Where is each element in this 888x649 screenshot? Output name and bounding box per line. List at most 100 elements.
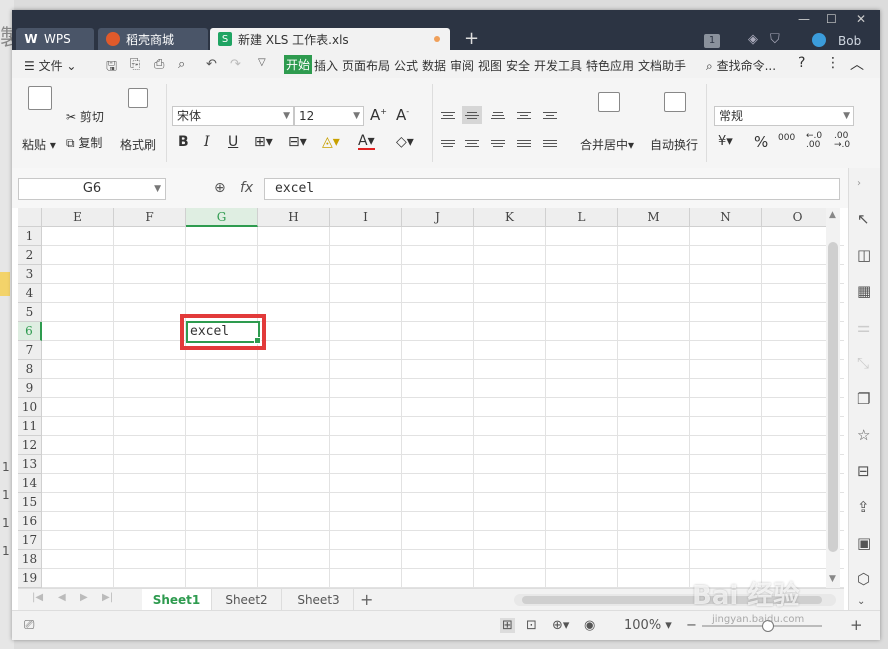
column-header-m[interactable]: M [618, 208, 690, 227]
sheet-tab-sheet2[interactable]: Sheet2 [212, 589, 282, 611]
column-header-l[interactable]: L [546, 208, 618, 227]
more-options-icon[interactable]: ⋮ [826, 55, 840, 71]
fill-color-icon[interactable]: ◬▾ [322, 134, 340, 150]
row-header-12[interactable]: 12 [18, 436, 42, 455]
row-header-19[interactable]: 19 [18, 569, 42, 588]
skin-icon[interactable]: ⛉ [770, 32, 780, 47]
paste-icon[interactable] [28, 86, 52, 110]
row-header-7[interactable]: 7 [18, 341, 42, 360]
archive-icon[interactable]: ⊟ [857, 462, 870, 480]
align-top-icon[interactable] [438, 106, 458, 124]
cell-area[interactable] [42, 227, 844, 588]
cell-style-icon[interactable]: ⊟▾ [288, 134, 307, 150]
column-header-i[interactable]: I [330, 208, 402, 227]
increase-indent-icon[interactable] [540, 106, 560, 124]
column-header-j[interactable]: J [402, 208, 474, 227]
sheet-tab-sheet3[interactable]: Sheet3 [284, 589, 354, 611]
vertical-scrollbar[interactable]: ▲ ▼ [826, 208, 840, 588]
command-search[interactable]: ⌕ 查找命令... [706, 57, 776, 74]
align-center-icon[interactable] [462, 134, 482, 152]
minimize-button[interactable]: — [798, 12, 810, 26]
image-icon[interactable]: ▣ [857, 534, 871, 552]
row-header-17[interactable]: 17 [18, 531, 42, 550]
zoom-out-button[interactable]: − [686, 618, 697, 633]
align-left-icon[interactable] [438, 134, 458, 152]
merge-center-button[interactable]: 合并居中▾ [580, 136, 634, 153]
row-header-11[interactable]: 11 [18, 417, 42, 436]
menu-tab-formulas[interactable]: 公式 [394, 57, 418, 74]
row-header-1[interactable]: 1 [18, 227, 42, 246]
avatar[interactable] [812, 33, 826, 47]
decrease-indent-icon[interactable] [514, 106, 534, 124]
italic-button[interactable]: I [204, 134, 210, 150]
share-icon[interactable]: ⇪ [857, 498, 870, 516]
wrap-text-icon[interactable] [664, 92, 686, 112]
more-chevron-icon[interactable]: ⌄ [857, 596, 865, 607]
row-header-2[interactable]: 2 [18, 246, 42, 265]
insert-function-button[interactable]: fx [240, 180, 253, 196]
font-color-icon[interactable]: A▾ [358, 134, 375, 150]
eye-protection-icon[interactable]: ◉ [584, 618, 595, 633]
decrease-font-icon[interactable]: A- [396, 106, 409, 124]
currency-icon[interactable]: ¥▾ [718, 134, 733, 149]
tab-current-document[interactable]: S 新建 XLS 工作表.xls [210, 28, 450, 50]
first-sheet-icon[interactable]: |◀ [32, 592, 43, 603]
sheet-tab-sheet1[interactable]: Sheet1 [142, 589, 212, 611]
row-header-10[interactable]: 10 [18, 398, 42, 417]
number-format-select[interactable]: 常规 ▼ [714, 106, 854, 126]
vertical-scroll-thumb[interactable] [828, 242, 838, 552]
spreadsheet-grid[interactable]: EFGHIJKLMNO 1 2 3 4 5 6 7 8 9 10 11 12 13 14 15 16 17 18 1… [18, 208, 844, 588]
row-header-16[interactable]: 16 [18, 512, 42, 531]
column-header-h[interactable]: H [258, 208, 330, 227]
help-button[interactable]: ? [798, 55, 805, 71]
scroll-up-icon[interactable]: ▲ [829, 210, 836, 220]
increase-font-icon[interactable]: A+ [370, 106, 387, 124]
cloud-sync-icon[interactable]: ◈ [748, 32, 758, 47]
page-layout-view-icon[interactable]: ⊕▾ [552, 618, 569, 633]
shapes-icon[interactable]: ◫ [857, 246, 871, 264]
wrap-text-button[interactable]: 自动换行 [650, 136, 698, 153]
user-name[interactable]: Bob [838, 34, 861, 48]
menu-tab-page-layout[interactable]: 页面布局 [342, 57, 390, 74]
close-button[interactable]: ✕ [856, 12, 866, 26]
column-header-g[interactable]: G [186, 208, 258, 227]
distributed-align-icon[interactable] [540, 134, 560, 152]
menu-tab-data[interactable]: 数据 [422, 57, 446, 74]
align-right-icon[interactable] [488, 134, 508, 152]
menu-tab-home[interactable]: 开始 [284, 55, 313, 74]
row-header-14[interactable]: 14 [18, 474, 42, 493]
underline-button[interactable]: U [228, 134, 238, 150]
name-box[interactable]: G6 ▼ [18, 178, 166, 200]
row-header-15[interactable]: 15 [18, 493, 42, 512]
print-preview-icon[interactable]: ⌕ [178, 57, 185, 72]
clear-format-icon[interactable]: ◇▾ [396, 134, 414, 150]
row-header-9[interactable]: 9 [18, 379, 42, 398]
table-style-icon[interactable]: ▦ [857, 282, 871, 300]
thousands-separator-button[interactable]: 000 [778, 133, 795, 143]
last-sheet-icon[interactable]: ▶| [102, 592, 113, 603]
column-header-e[interactable]: E [42, 208, 114, 227]
zoom-lookup-icon[interactable]: ⊕ [214, 180, 226, 196]
column-header-f[interactable]: F [114, 208, 186, 227]
column-header-k[interactable]: K [474, 208, 546, 227]
row-header-13[interactable]: 13 [18, 455, 42, 474]
tab-wps-home[interactable]: W WPS [16, 28, 94, 50]
font-size-select[interactable]: 12 ▼ [294, 106, 364, 126]
align-middle-icon[interactable] [462, 106, 482, 124]
menu-tab-insert[interactable]: 插入 [314, 57, 338, 74]
file-menu[interactable]: ☰ 文件 ⌄ [24, 57, 76, 74]
select-all-corner[interactable] [18, 208, 42, 227]
collapse-ribbon-icon[interactable]: ︿ [850, 54, 864, 74]
zoom-level[interactable]: 100% ▾ [624, 618, 672, 633]
save-icon[interactable]: 🖫 [106, 57, 117, 79]
page-break-view-icon[interactable]: ⊡ [526, 618, 537, 633]
redo-icon[interactable]: ↷ [230, 57, 241, 72]
menu-tab-review[interactable]: 审阅 [450, 57, 474, 74]
prev-sheet-icon[interactable]: ◀ [58, 592, 66, 603]
row-header-4[interactable]: 4 [18, 284, 42, 303]
column-header-n[interactable]: N [690, 208, 762, 227]
scroll-down-icon[interactable]: ▼ [829, 574, 836, 584]
justify-icon[interactable] [514, 134, 534, 152]
next-sheet-icon[interactable]: ▶ [80, 592, 88, 603]
merge-center-icon[interactable] [598, 92, 620, 112]
